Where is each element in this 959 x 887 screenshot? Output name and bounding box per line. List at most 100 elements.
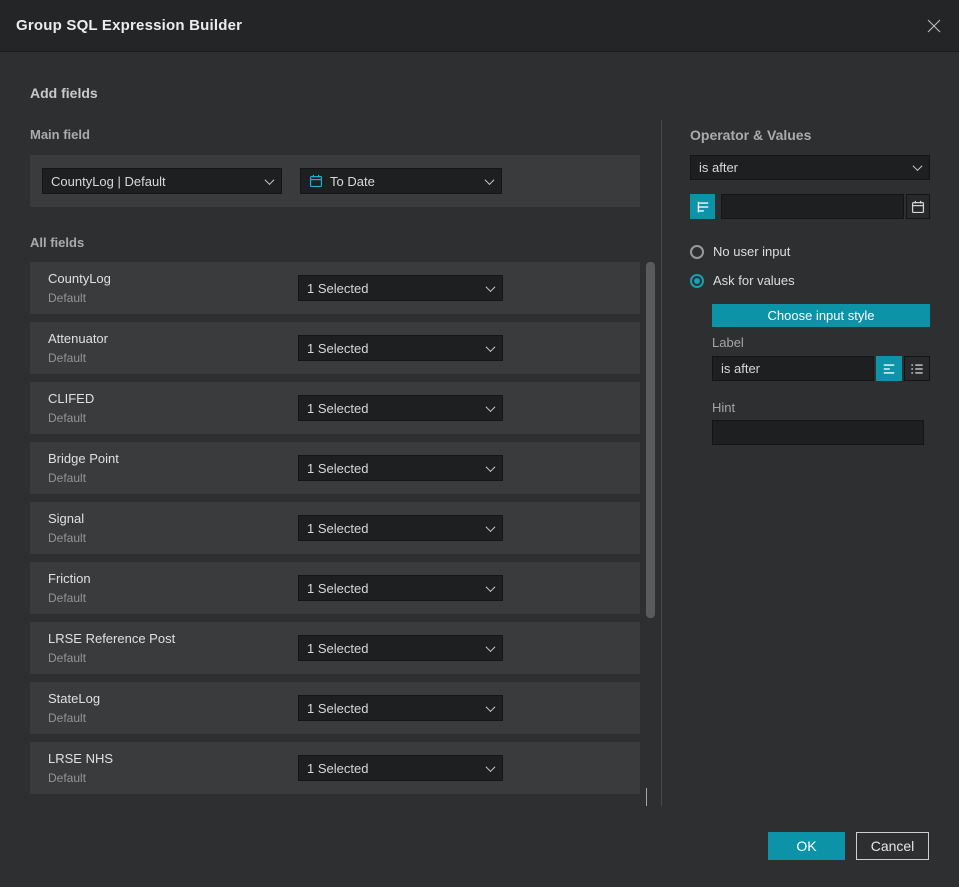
field-row: StateLog Default 1 Selected xyxy=(30,682,640,734)
operator-select-value: is after xyxy=(699,160,739,175)
field-selection-label: 1 Selected xyxy=(307,640,369,656)
field-type: Default xyxy=(48,771,87,785)
field-type: Default xyxy=(48,351,87,365)
field-selection-select[interactable]: 1 Selected xyxy=(298,455,503,481)
chevron-down-icon xyxy=(646,788,647,806)
fields-scrollbar[interactable] xyxy=(646,262,655,786)
list-icon xyxy=(911,363,923,374)
field-selection-select[interactable]: 1 Selected xyxy=(298,695,503,721)
main-field-panel: CountyLog | Default To Date xyxy=(30,155,640,207)
vertical-divider xyxy=(661,120,662,806)
align-left-icon xyxy=(883,363,895,374)
field-selection-label: 1 Selected xyxy=(307,400,369,416)
chevron-down-icon xyxy=(485,461,496,472)
chevron-down-icon xyxy=(485,281,496,292)
field-selection-select[interactable]: 1 Selected xyxy=(298,515,503,541)
chevron-down-icon xyxy=(485,641,496,652)
main-field-label: Main field xyxy=(30,127,90,142)
operator-select[interactable]: is after xyxy=(690,155,930,180)
operator-values-heading: Operator & Values xyxy=(690,127,812,143)
field-selection-label: 1 Selected xyxy=(307,340,369,356)
field-name: CLIFED xyxy=(48,391,95,406)
scroll-down-arrow[interactable] xyxy=(645,788,656,806)
close-icon xyxy=(927,19,941,33)
ask-for-values-label: Ask for values xyxy=(713,273,795,288)
field-name: Bridge Point xyxy=(48,451,119,466)
close-button[interactable] xyxy=(923,15,945,37)
field-row: CountyLog Default 1 Selected xyxy=(30,262,640,314)
field-row: Friction Default 1 Selected xyxy=(30,562,640,614)
label-input[interactable] xyxy=(712,356,874,381)
label-field-label: Label xyxy=(712,335,744,350)
field-value-mode-button[interactable] xyxy=(690,194,715,219)
radio-unchecked-icon xyxy=(690,244,704,259)
field-type: Default xyxy=(48,711,87,725)
main-field-select-value: CountyLog | Default xyxy=(51,173,166,189)
ok-button[interactable]: OK xyxy=(768,832,845,860)
all-fields-list: CountyLog Default 1 Selected Attenuator … xyxy=(30,262,640,802)
field-name: CountyLog xyxy=(48,271,111,286)
field-row: LRSE NHS Default 1 Selected xyxy=(30,742,640,794)
field-name: LRSE Reference Post xyxy=(48,631,176,646)
chevron-down-icon xyxy=(912,161,923,172)
radio-checked-icon xyxy=(690,273,704,288)
chevron-down-icon xyxy=(485,761,496,772)
field-name: Friction xyxy=(48,571,91,586)
field-selection-select[interactable]: 1 Selected xyxy=(298,275,503,301)
chevron-down-icon xyxy=(485,401,496,412)
calendar-icon xyxy=(911,200,925,213)
chevron-down-icon xyxy=(264,174,275,185)
field-type: Default xyxy=(48,291,87,305)
chevron-down-icon xyxy=(484,174,495,185)
field-selection-select[interactable]: 1 Selected xyxy=(298,755,503,781)
list-style-button[interactable] xyxy=(904,356,930,381)
field-row: LRSE Reference Post Default 1 Selected xyxy=(30,622,640,674)
dialog-header: Group SQL Expression Builder xyxy=(0,0,959,52)
chevron-down-icon xyxy=(485,521,496,532)
date-picker-button[interactable] xyxy=(906,194,930,219)
chevron-down-icon xyxy=(485,341,496,352)
field-type: Default xyxy=(48,591,87,605)
ask-for-values-radio[interactable]: Ask for values xyxy=(690,273,795,288)
field-selection-label: 1 Selected xyxy=(307,700,369,716)
field-selection-label: 1 Selected xyxy=(307,760,369,776)
add-fields-heading: Add fields xyxy=(30,85,98,101)
dialog-title: Group SQL Expression Builder xyxy=(16,17,243,34)
all-fields-label: All fields xyxy=(30,235,85,250)
field-name: Signal xyxy=(48,511,85,526)
main-field-select[interactable]: CountyLog | Default xyxy=(42,168,282,194)
no-user-input-label: No user input xyxy=(713,244,791,259)
field-selection-label: 1 Selected xyxy=(307,280,369,296)
field-type: Default xyxy=(48,471,87,485)
field-selection-label: 1 Selected xyxy=(307,460,369,476)
field-row: Bridge Point Default 1 Selected xyxy=(30,442,640,494)
choose-input-style-button[interactable]: Choose input style xyxy=(712,304,930,327)
date-field-select[interactable]: To Date xyxy=(300,168,502,194)
no-user-input-radio[interactable]: No user input xyxy=(690,244,790,259)
calendar-icon xyxy=(309,174,323,188)
field-selection-label: 1 Selected xyxy=(307,580,369,596)
field-name: StateLog xyxy=(48,691,101,706)
field-selection-select[interactable]: 1 Selected xyxy=(298,575,503,601)
field-selection-select[interactable]: 1 Selected xyxy=(298,395,503,421)
field-row: Signal Default 1 Selected xyxy=(30,502,640,554)
field-selection-select[interactable]: 1 Selected xyxy=(298,335,503,361)
field-type: Default xyxy=(48,531,87,545)
single-line-style-button[interactable] xyxy=(876,356,902,381)
value-input[interactable] xyxy=(721,194,904,219)
field-row: Attenuator Default 1 Selected xyxy=(30,322,640,374)
scrollbar-thumb[interactable] xyxy=(646,262,655,618)
field-name: Attenuator xyxy=(48,331,108,346)
chevron-down-icon xyxy=(485,701,496,712)
field-type: Default xyxy=(48,411,87,425)
hint-input[interactable] xyxy=(712,420,924,445)
date-select-value: To Date xyxy=(330,173,375,189)
group-sql-expression-builder-dialog: Group SQL Expression Builder Add fields … xyxy=(0,0,959,887)
chevron-down-icon xyxy=(485,581,496,592)
hint-field-label: Hint xyxy=(712,400,736,415)
field-name: LRSE NHS xyxy=(48,751,114,766)
field-selection-select[interactable]: 1 Selected xyxy=(298,635,503,661)
cancel-button[interactable]: Cancel xyxy=(856,832,929,860)
field-row: CLIFED Default 1 Selected xyxy=(30,382,640,434)
field-type: Default xyxy=(48,651,87,665)
